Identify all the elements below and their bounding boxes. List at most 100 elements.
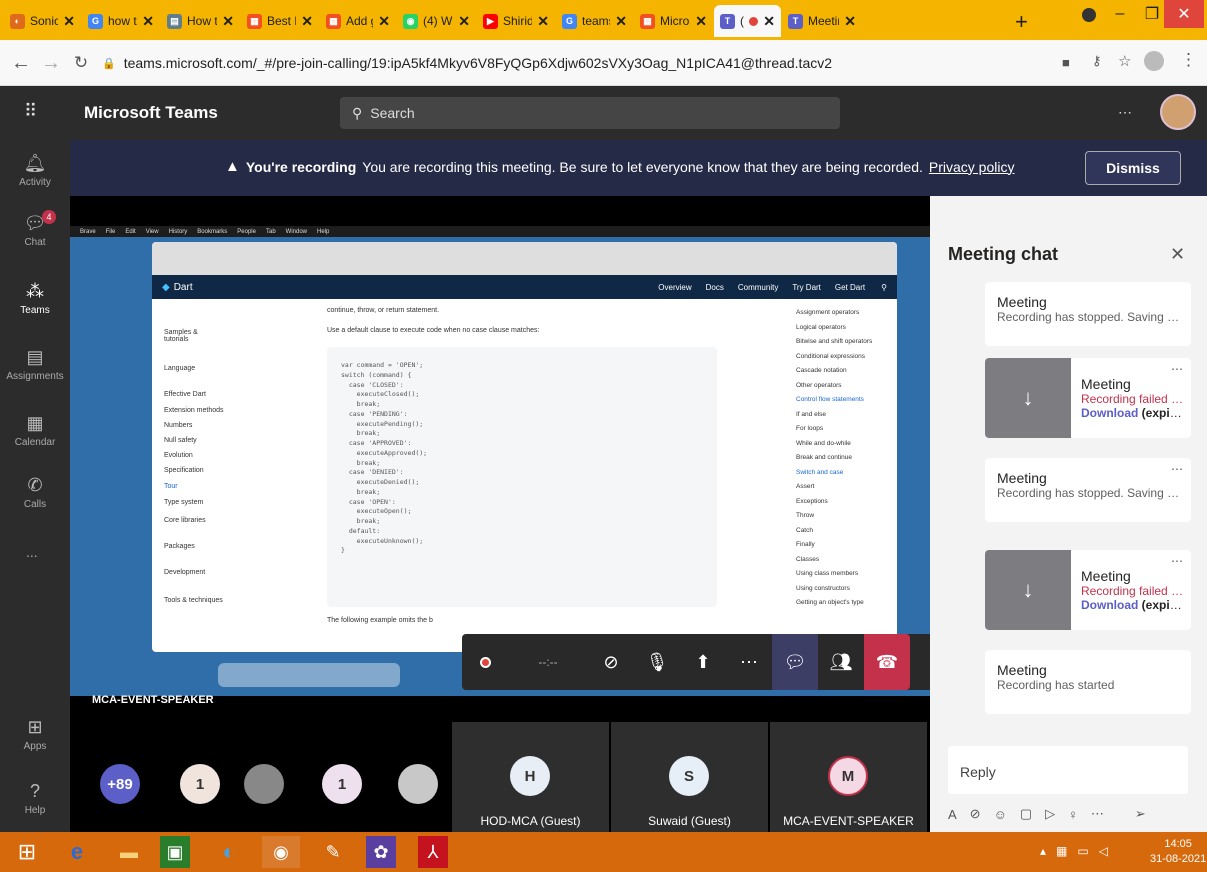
participant-avatar[interactable]: +89 bbox=[100, 764, 140, 804]
clock-date[interactable]: 31-08-2021 bbox=[1150, 852, 1206, 867]
rail-item-activity[interactable]: 🔔︎ Activity bbox=[0, 152, 70, 189]
privacy-policy-link[interactable]: Privacy policy bbox=[929, 159, 1015, 175]
browser-tab[interactable]: Ghow to ✕ bbox=[82, 5, 160, 37]
camera-off-icon[interactable]: ⊘ bbox=[588, 634, 634, 690]
praise-icon[interactable]: ♀ bbox=[1068, 807, 1078, 822]
tray-expand-icon[interactable]: ▴ bbox=[1040, 844, 1046, 858]
url-field[interactable]: 🔒 teams.microsoft.com/_#/pre-join-callin… bbox=[102, 47, 1042, 79]
profile-dot-icon[interactable] bbox=[1082, 8, 1096, 22]
participant-avatar[interactable]: 1 bbox=[180, 764, 220, 804]
close-window-button[interactable]: ✕ bbox=[1164, 0, 1204, 28]
sticker-icon[interactable]: ▷ bbox=[1045, 806, 1055, 822]
participant-tile[interactable]: M MCA-EVENT-SPEAKER bbox=[770, 722, 927, 832]
tab-close-icon[interactable]: ✕ bbox=[537, 13, 549, 30]
network-icon[interactable]: ▦ bbox=[1056, 844, 1067, 858]
file-explorer-icon[interactable]: ▬ bbox=[110, 836, 148, 868]
tab-close-icon[interactable]: ✕ bbox=[615, 13, 627, 30]
dismiss-button[interactable]: Dismiss bbox=[1085, 151, 1181, 185]
rail-item-apps[interactable]: ⊞ Apps bbox=[0, 716, 70, 753]
participants-icon[interactable]: 👥︎ bbox=[818, 634, 864, 690]
more-options-icon[interactable]: ⋯ bbox=[1118, 104, 1132, 121]
more-compose-icon[interactable]: ⋯ bbox=[1091, 806, 1104, 822]
key-icon[interactable]: ⚷ bbox=[1092, 53, 1102, 69]
chat-card[interactable]: MeetingRecording has stopped. Saving rec… bbox=[985, 282, 1191, 346]
app-launcher-icon[interactable]: ⠿ bbox=[24, 101, 38, 122]
chat-card[interactable]: MeetingRecording has stopped. Saving rec… bbox=[985, 458, 1191, 522]
browser-tab[interactable]: ▤ How to ✕ bbox=[161, 5, 240, 37]
browser-tab[interactable]: Gteams ✕ bbox=[556, 5, 633, 37]
ie-icon[interactable]: e bbox=[58, 836, 96, 868]
chat-toggle-icon[interactable]: 💬︎ bbox=[772, 634, 818, 690]
tab-close-icon[interactable]: ✕ bbox=[378, 13, 390, 30]
attach-icon[interactable]: ⊘ bbox=[970, 806, 981, 822]
menu-icon[interactable]: ⋮ bbox=[1180, 50, 1197, 70]
format-icon[interactable]: A bbox=[948, 807, 957, 822]
mic-off-icon[interactable]: 🎙︎ bbox=[634, 634, 680, 690]
acrobat-icon[interactable]: ⅄ bbox=[418, 836, 448, 868]
store-icon[interactable]: ▣ bbox=[160, 836, 190, 868]
record-icon[interactable] bbox=[462, 634, 508, 690]
chrome-icon[interactable]: ◉ bbox=[262, 836, 300, 868]
close-chat-icon[interactable]: ✕ bbox=[1170, 244, 1185, 265]
paint-icon[interactable]: ✎ bbox=[314, 836, 352, 868]
rail-item-teams[interactable]: ⁂ Teams bbox=[0, 280, 70, 317]
hang-up-button[interactable]: ☎ bbox=[864, 634, 910, 690]
participant-tile[interactable]: H HOD-MCA (Guest) bbox=[452, 722, 609, 832]
rail-item-chat[interactable]: 💬︎ 4 Chat bbox=[0, 210, 70, 248]
display-icon[interactable]: ▭ bbox=[1077, 844, 1088, 858]
browser-tab[interactable]: ▦ Add gu ✕ bbox=[320, 5, 396, 37]
tab-close-icon[interactable]: ✕ bbox=[695, 13, 707, 30]
emoji-icon[interactable]: ☺ bbox=[994, 807, 1007, 822]
tab-close-icon[interactable]: ✕ bbox=[142, 13, 154, 30]
more-actions-icon[interactable]: ⋯ bbox=[726, 634, 772, 690]
tab-close-icon[interactable]: ✕ bbox=[458, 13, 470, 30]
browser-tab[interactable]: ▶ Shiridi ✕ bbox=[477, 5, 555, 37]
browser-tab[interactable]: ◉ (4) Wha ✕ bbox=[397, 5, 476, 37]
send-icon[interactable]: ➢ bbox=[1135, 806, 1146, 822]
rail-item-help[interactable]: ? Help bbox=[0, 780, 70, 817]
rail-item-calendar[interactable]: ▦ Calendar bbox=[0, 412, 70, 449]
rail-more-icon[interactable]: ... bbox=[26, 544, 38, 560]
rail-item-calls[interactable]: ✆ Calls bbox=[0, 474, 70, 511]
card-more-icon[interactable]: ⋯ bbox=[1171, 462, 1183, 476]
browser-tab[interactable]: T (4) ✕ bbox=[714, 5, 781, 37]
back-button[interactable]: ← bbox=[8, 50, 34, 76]
download-icon[interactable]: ↓ bbox=[985, 550, 1071, 630]
participant-tile[interactable]: S Suwaid (Guest) bbox=[611, 722, 768, 832]
browser-tab[interactable]: ▦ Best Pr ✕ bbox=[241, 5, 319, 37]
profile-avatar[interactable] bbox=[1144, 51, 1164, 71]
browser-tab[interactable]: ▦ Micros ✕ bbox=[634, 5, 713, 37]
browser-tab[interactable]: ◐ SonicW ✕ bbox=[4, 5, 81, 37]
chat-card[interactable]: ↓ Meeting Recording failed to ... Download … bbox=[985, 550, 1191, 630]
participant-avatar[interactable] bbox=[398, 764, 438, 804]
camera-icon[interactable]: ■ bbox=[1062, 55, 1070, 70]
chat-card[interactable]: ↓ Meeting Recording failed to ... Download … bbox=[985, 358, 1191, 438]
tab-close-icon[interactable]: ✕ bbox=[301, 13, 313, 30]
volume-icon[interactable]: ◁ bbox=[1099, 844, 1108, 858]
download-icon[interactable]: ↓ bbox=[985, 358, 1071, 438]
clock-time[interactable]: 14:05 bbox=[1150, 837, 1206, 852]
new-tab-button[interactable]: + bbox=[1015, 9, 1028, 35]
card-more-icon[interactable]: ⋯ bbox=[1171, 362, 1183, 376]
rail-item-assignments[interactable]: ▤ Assignments bbox=[0, 346, 70, 383]
download-link[interactable]: Download bbox=[1081, 598, 1138, 612]
forward-button[interactable]: → bbox=[38, 50, 64, 76]
gif-icon[interactable]: ▢ bbox=[1020, 806, 1032, 822]
tab-close-icon[interactable]: ✕ bbox=[222, 13, 234, 30]
participant-avatar[interactable]: 1 bbox=[322, 764, 362, 804]
tab-close-icon[interactable]: ✕ bbox=[763, 13, 775, 30]
reload-button[interactable]: ↻ bbox=[68, 50, 94, 76]
participant-avatar[interactable] bbox=[244, 764, 284, 804]
card-more-icon[interactable]: ⋯ bbox=[1171, 554, 1183, 568]
reply-input[interactable]: Reply bbox=[948, 746, 1188, 794]
star-icon[interactable]: ☆ bbox=[1118, 52, 1131, 70]
tab-close-icon[interactable]: ✕ bbox=[844, 13, 856, 30]
chat-card[interactable]: Meeting Recording has started bbox=[985, 650, 1191, 714]
user-avatar[interactable] bbox=[1160, 94, 1196, 130]
search-input[interactable]: ⚲ Search bbox=[340, 97, 840, 129]
share-icon[interactable]: ⬆ bbox=[680, 634, 726, 690]
tab-close-icon[interactable]: ✕ bbox=[63, 13, 75, 30]
browser-tab[interactable]: T Meetin ✕ bbox=[782, 5, 862, 37]
settings-app-icon[interactable]: ✿ bbox=[366, 836, 396, 868]
download-link[interactable]: Download bbox=[1081, 406, 1138, 420]
